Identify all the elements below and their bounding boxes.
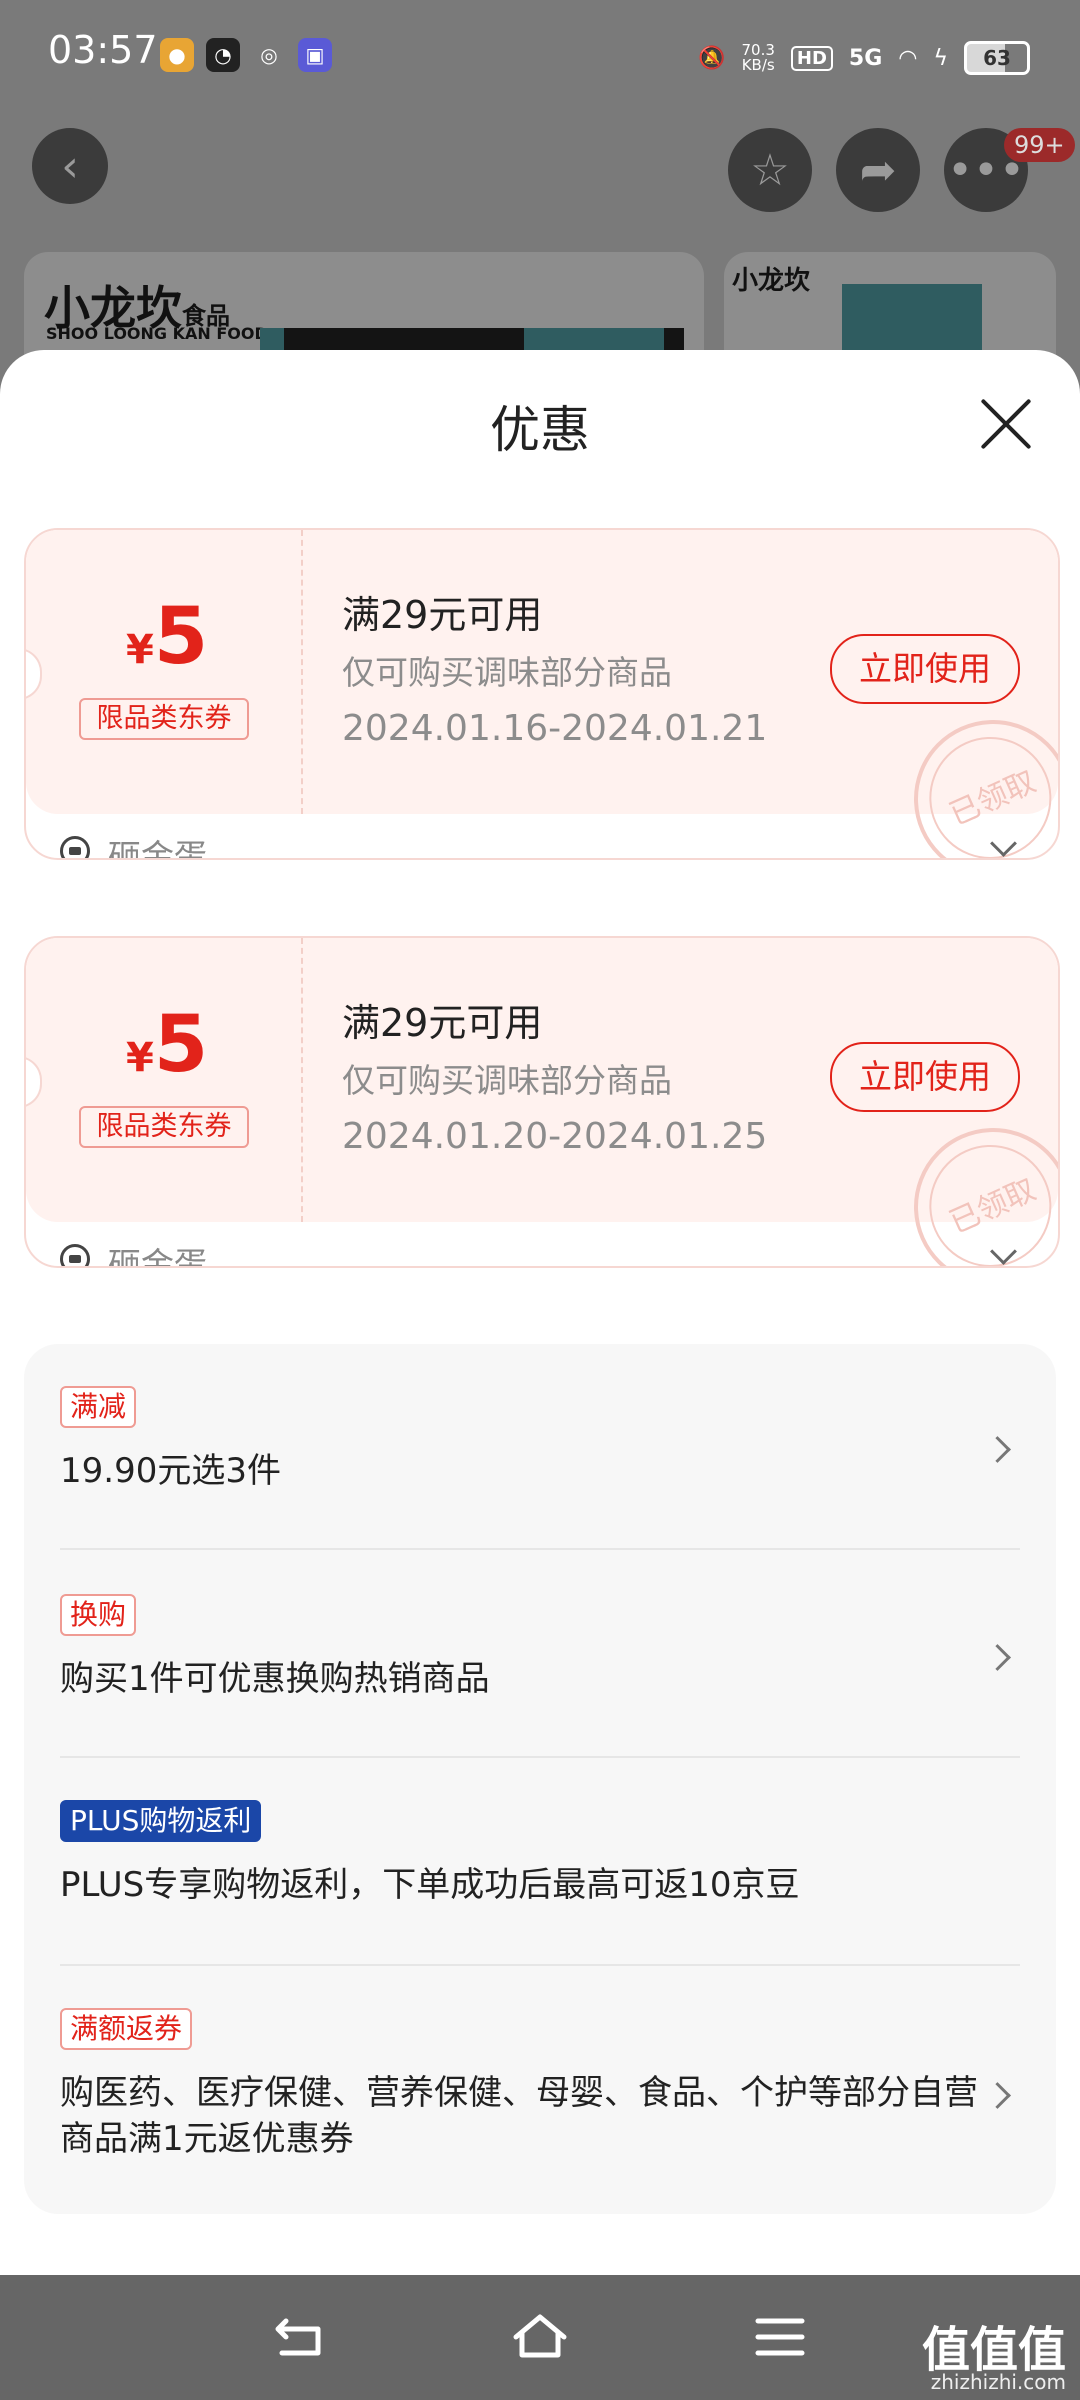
battery-indicator: 63 xyxy=(964,41,1030,75)
system-nav-bar xyxy=(0,2275,1080,2400)
coupon-scope: 仅可购买调味部分商品 xyxy=(342,1061,672,1100)
more-badge: 99+ xyxy=(1004,128,1075,162)
product-top-bar: ‹ ☆ ➦ ••• xyxy=(0,128,1080,214)
promo-row-full-reduction[interactable]: 满减 19.90元选3件 xyxy=(60,1386,1020,1516)
divider xyxy=(60,1964,1020,1966)
star-icon: ☆ xyxy=(750,144,790,196)
promo-row-exchange[interactable]: 换购 购买1件可优惠换购热销商品 xyxy=(60,1594,1020,1724)
coupon-condition: 满29元可用 xyxy=(342,593,543,637)
coupon-condition: 满29元可用 xyxy=(342,1001,543,1045)
coupon-divider xyxy=(301,530,303,814)
divider xyxy=(60,1756,1020,1758)
coupon-type-tag: 限品类东券 xyxy=(79,1106,249,1148)
share-button[interactable]: ➦ xyxy=(836,128,920,212)
chevron-left-icon: ‹ xyxy=(61,140,79,192)
status-time: 03:57 xyxy=(48,28,158,72)
promo-tag: 换购 xyxy=(60,1594,137,1636)
coupon-source-row[interactable]: 砸金蛋 xyxy=(26,814,1058,858)
status-bar: 03:57 ● ◔ ◎ ▣ 🔕 70.3 KB/s HD 5G ◠ ϟ 63 xyxy=(0,0,1080,118)
hd-badge: HD xyxy=(790,45,833,71)
divider xyxy=(60,1548,1020,1550)
promo-text: 购买1件可优惠换购热销商品 xyxy=(60,1659,490,1699)
coupon-body: ¥5 限品类东券 满29元可用 仅可购买调味部分商品 2024.01.16-20… xyxy=(26,530,1058,858)
close-icon[interactable] xyxy=(976,394,1036,454)
back-nav-icon[interactable] xyxy=(272,2311,328,2363)
promo-row-plus-rebate: PLUS购物返利 PLUS专享购物返利，下单成功后最高可返10京豆 xyxy=(60,1800,1020,1930)
share-arrow-icon: ➦ xyxy=(859,144,897,196)
chevron-right-icon xyxy=(984,1644,1011,1671)
lion-app-icon: ● xyxy=(160,38,194,72)
coupon-card: ¥5 限品类东券 满29元可用 仅可购买调味部分商品 2024.01.20-20… xyxy=(24,936,1060,1268)
coupon-body: ¥5 限品类东券 满29元可用 仅可购买调味部分商品 2024.01.20-20… xyxy=(26,938,1058,1266)
chevron-down-icon[interactable] xyxy=(990,1238,1017,1265)
coupon-card: ¥5 限品类东券 满29元可用 仅可购买调味部分商品 2024.01.16-20… xyxy=(24,528,1060,860)
sheet-title: 优惠 xyxy=(490,401,590,459)
coupon-source-label: 砸金蛋 xyxy=(108,1245,207,1268)
golden-egg-icon xyxy=(60,836,90,858)
promo-text: 购医药、医疗保健、营养保健、母婴、食品、个护等部分自营商品满1元返优惠券 xyxy=(60,2073,978,2159)
coupon-date-range: 2024.01.20-2024.01.25 xyxy=(342,1116,768,1157)
coupon-type-tag: 限品类东券 xyxy=(79,698,249,740)
mute-bell-icon: 🔕 xyxy=(698,45,726,71)
promo-row-coupon-return[interactable]: 满额返券 购医药、医疗保健、营养保健、母婴、食品、个护等部分自营商品满1元返优惠… xyxy=(60,2008,1020,2178)
discount-sheet: 优惠 ¥5 限品类东券 满29元可用 仅可购买调味部分商品 2024.01.16… xyxy=(0,350,1080,2275)
watermark-url: zhizhizhi.com xyxy=(930,2370,1066,2394)
brand-english: SHOO LOONG KAN FOOD xyxy=(46,324,268,343)
wechat-icon: ◎ xyxy=(260,43,278,67)
promo-text: 19.90元选3件 xyxy=(60,1451,281,1491)
charging-icon: ϟ xyxy=(933,45,948,71)
wifi-icon: ◠ xyxy=(898,45,918,71)
use-now-button[interactable]: 立即使用 xyxy=(830,1042,1020,1112)
network-type: 5G xyxy=(848,45,883,71)
coupon-divider xyxy=(301,938,303,1222)
sticker-app-icon: ▣ xyxy=(298,38,332,72)
promotions-card: 满减 19.90元选3件 换购 购买1件可优惠换购热销商品 PLUS购物返利 P… xyxy=(24,1344,1056,2214)
coupon-amount: ¥5 xyxy=(126,1000,209,1090)
chevron-right-icon xyxy=(984,1436,1011,1463)
chevron-right-icon xyxy=(984,2082,1011,2109)
promo-text: PLUS专享购物返利，下单成功后最高可返10京豆 xyxy=(60,1865,800,1905)
coupon-source-row[interactable]: 砸金蛋 xyxy=(26,1222,1058,1266)
plus-tag: PLUS购物返利 xyxy=(60,1800,262,1842)
menu-nav-icon[interactable] xyxy=(752,2311,808,2363)
coupon-source-label: 砸金蛋 xyxy=(108,837,207,860)
coupon-date-range: 2024.01.16-2024.01.21 xyxy=(342,708,768,749)
promo-tag: 满额返券 xyxy=(60,2008,193,2050)
back-button[interactable]: ‹ xyxy=(32,128,108,204)
coupon-scope: 仅可购买调味部分商品 xyxy=(342,653,672,692)
net-speed: 70.3 KB/s xyxy=(741,41,775,74)
favorite-button[interactable]: ☆ xyxy=(728,128,812,212)
golden-egg-icon xyxy=(60,1244,90,1266)
coupon-amount: ¥5 xyxy=(126,592,209,682)
qq-icon: ◔ xyxy=(206,38,240,72)
promo-tag: 满减 xyxy=(60,1386,137,1428)
chevron-down-icon[interactable] xyxy=(990,830,1017,857)
use-now-button[interactable]: 立即使用 xyxy=(830,634,1020,704)
home-nav-icon[interactable] xyxy=(512,2311,568,2363)
brand-logo-text-small: 小龙坎 xyxy=(732,266,811,296)
